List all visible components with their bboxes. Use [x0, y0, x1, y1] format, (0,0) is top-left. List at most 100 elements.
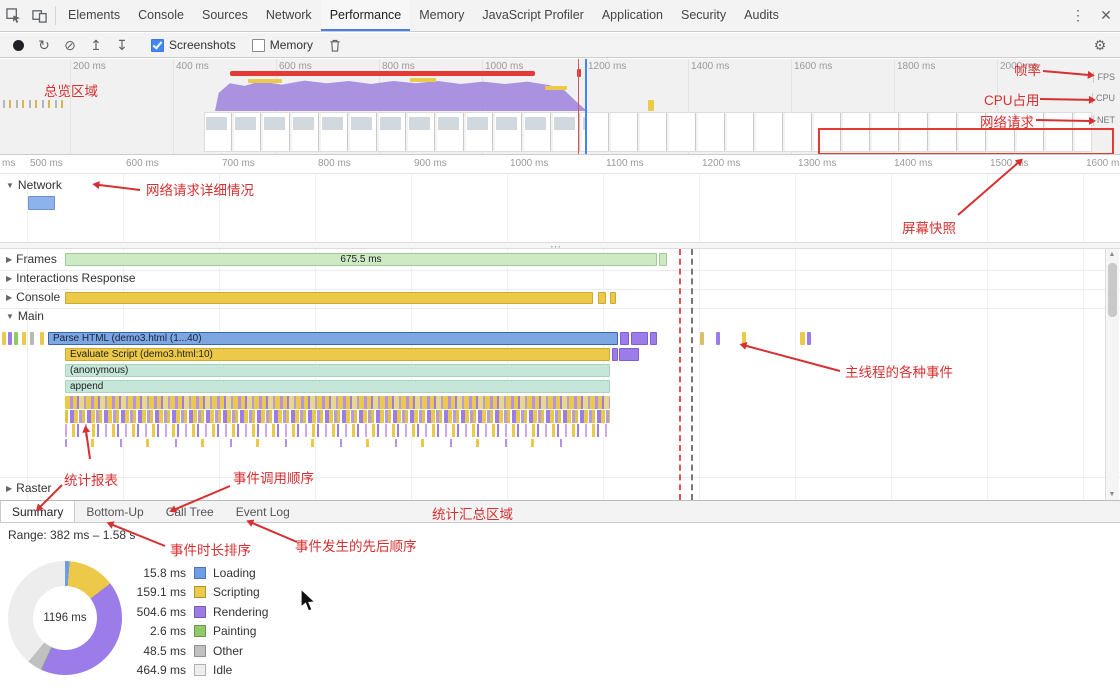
append-bar[interactable]: append	[65, 380, 610, 393]
overview-tick-label: 1800 ms	[897, 61, 935, 72]
tab-network[interactable]: Network	[257, 0, 321, 31]
clear-button[interactable]: ⊘	[58, 35, 82, 56]
annotation-main-thread: 主线程的各种事件	[845, 361, 953, 381]
fps-lane-label: FPS	[1093, 72, 1118, 83]
chevron-right-icon: ▶	[6, 274, 12, 283]
annotation-stats-report: 统计报表	[64, 469, 118, 489]
console-timing-bar[interactable]	[65, 292, 593, 304]
flame-bar-purple[interactable]	[631, 332, 648, 345]
tab-audits[interactable]: Audits	[735, 0, 788, 31]
raster-track-header[interactable]: ▶ Raster	[6, 481, 52, 495]
annotation-screenshot: 屏幕快照	[902, 217, 956, 237]
network-request-bar[interactable]	[28, 196, 55, 210]
tab-security[interactable]: Security	[672, 0, 735, 31]
flame-bar-purple[interactable]	[619, 348, 639, 361]
device-toolbar-icon[interactable]	[26, 0, 52, 31]
gridline	[123, 174, 124, 242]
gridline	[795, 174, 796, 242]
frames-track-label: Frames	[16, 252, 57, 266]
legend-swatch	[194, 606, 206, 618]
legend-label: Rendering	[213, 605, 268, 619]
record-icon	[13, 40, 24, 51]
tab-application[interactable]: Application	[593, 0, 672, 31]
reload-and-record-button[interactable]: ↻	[32, 35, 56, 56]
flame-sparse-row[interactable]	[65, 439, 565, 447]
annotation-overview-area: 总览区域	[44, 80, 98, 100]
tab-event-log[interactable]: Event Log	[225, 501, 301, 522]
record-button[interactable]	[6, 35, 30, 56]
gridline	[1083, 174, 1084, 242]
load-profile-button[interactable]: ↥	[84, 35, 108, 56]
tab-memory[interactable]: Memory	[410, 0, 473, 31]
console-timing-bar[interactable]	[610, 292, 616, 304]
gridline	[699, 249, 700, 500]
panel-splitter[interactable]: ⋯	[0, 242, 1120, 249]
annotation-duration-sort: 事件时长排序	[170, 539, 251, 559]
legend-value: 15.8 ms	[128, 566, 186, 580]
screenshots-checkbox[interactable]: Screenshots	[151, 38, 236, 52]
vertical-scrollbar[interactable]: ▲ ▼	[1105, 249, 1119, 500]
checkbox-checked-icon	[151, 39, 164, 52]
flame-speck	[40, 332, 44, 345]
gridline	[699, 174, 700, 242]
memory-checkbox[interactable]: Memory	[252, 38, 313, 52]
legend-swatch	[194, 625, 206, 637]
scroll-down-icon[interactable]: ▼	[1106, 491, 1118, 498]
tab-performance[interactable]: Performance	[321, 0, 411, 31]
flame-dense-row[interactable]	[65, 424, 610, 437]
summary-donut: 1196 ms	[8, 561, 122, 675]
frames-track-header[interactable]: ▶ Frames	[6, 252, 57, 266]
memory-label: Memory	[270, 38, 313, 52]
legend-swatch	[194, 664, 206, 676]
evaluate-script-bar[interactable]: Evaluate Script (demo3.html:10)	[65, 348, 610, 361]
ruler-tick: 1200 ms	[702, 158, 740, 169]
flame-dense-row[interactable]	[65, 410, 610, 423]
ruler-tick: 500 ms	[30, 158, 63, 169]
timeline-overview[interactable]: 200 ms400 ms600 ms800 ms1000 ms1200 ms14…	[0, 59, 1120, 155]
tab-console[interactable]: Console	[129, 0, 193, 31]
legend-row: 159.1 msScripting	[128, 583, 268, 603]
inspect-element-icon[interactable]	[0, 0, 26, 31]
scrollbar-thumb[interactable]	[1108, 263, 1117, 317]
tab-elements[interactable]: Elements	[59, 0, 129, 31]
network-track-header[interactable]: ▼ Network	[6, 178, 62, 192]
scroll-up-icon[interactable]: ▲	[1106, 251, 1118, 258]
legend-row: 464.9 msIdle	[128, 661, 268, 681]
garbage-collect-button[interactable]	[323, 35, 347, 56]
overview-late-activity	[648, 100, 654, 111]
anonymous-bar[interactable]: (anonymous)	[65, 364, 610, 377]
detail-ruler[interactable]: ms500 ms600 ms700 ms800 ms900 ms1000 ms1…	[0, 155, 1120, 174]
frame-bar-small[interactable]	[659, 253, 667, 266]
parse-html-bar[interactable]: Parse HTML (demo3.html (1...40)	[48, 332, 618, 345]
recording-end-line-blue	[585, 59, 587, 155]
chevron-down-icon: ▼	[6, 312, 14, 321]
legend-swatch	[194, 586, 206, 598]
flame-bar-purple[interactable]	[620, 332, 629, 345]
kebab-menu-icon[interactable]: ⋮	[1064, 0, 1092, 31]
flame-bar-purple[interactable]	[650, 332, 657, 345]
screenshot-highlight-box	[818, 128, 1114, 155]
overview-tick-label: 1200 ms	[588, 61, 626, 72]
interactions-track-header[interactable]: ▶ Interactions Response	[6, 271, 136, 285]
overview-tick-label: 400 ms	[176, 61, 209, 72]
summary-range: Range: 382 ms – 1.58 s	[8, 528, 135, 542]
tab-bottom-up[interactable]: Bottom-Up	[75, 501, 154, 522]
ruler-tick: 1600 ms	[1086, 158, 1120, 169]
main-track-header[interactable]: ▼ Main	[6, 309, 44, 323]
legend-value: 464.9 ms	[128, 663, 186, 677]
flame-dense-row[interactable]	[65, 396, 610, 409]
tab-sources[interactable]: Sources	[193, 0, 257, 31]
console-track-header[interactable]: ▶ Console	[6, 290, 60, 304]
console-timing-bar[interactable]	[598, 292, 606, 304]
capture-settings-gear-icon[interactable]: ⚙	[1088, 35, 1112, 56]
flame-speck	[807, 332, 811, 345]
legend-value: 48.5 ms	[128, 644, 186, 658]
flame-bar-purple[interactable]	[612, 348, 618, 361]
frame-bar[interactable]: 675.5 ms	[65, 253, 657, 266]
tab-javascript-profiler[interactable]: JavaScript Profiler	[473, 0, 592, 31]
overview-gridline	[173, 59, 174, 155]
close-icon[interactable]: ✕	[1092, 0, 1120, 31]
dashed-marker-red	[679, 249, 681, 500]
save-profile-button[interactable]: ↧	[110, 35, 134, 56]
ruler-tick: 1400 ms	[894, 158, 932, 169]
